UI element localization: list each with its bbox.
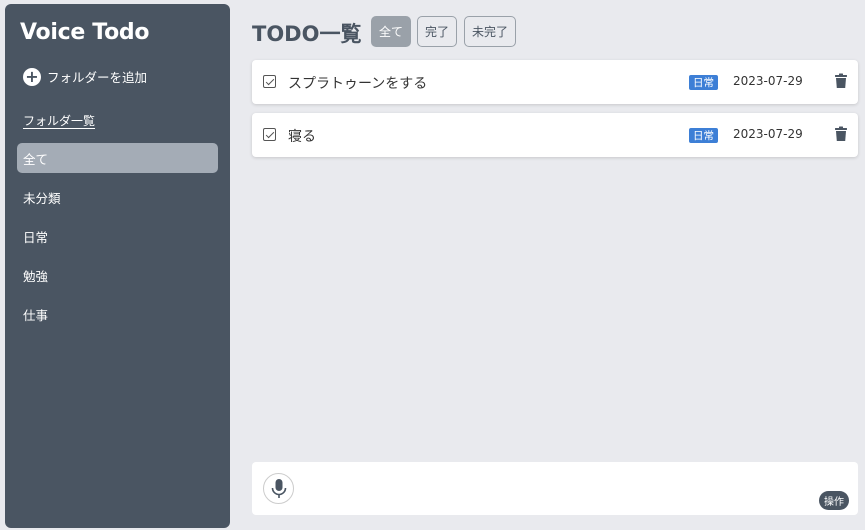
todo-date: 2023-07-29 — [733, 74, 803, 88]
folder-item-study[interactable]: 勉強 — [17, 260, 218, 290]
folder-list-heading: フォルダ一覧 — [23, 114, 96, 128]
voice-input-bar: 操作 — [252, 462, 858, 515]
todo-checkbox[interactable] — [263, 75, 276, 88]
page-title: TODO一覧 — [252, 22, 362, 46]
sidebar: Voice Todo + フォルダーを追加 フォルダ一覧 全て 未分類 日常 勉… — [5, 4, 230, 528]
folder-item-work[interactable]: 仕事 — [17, 299, 218, 329]
plus-circle-icon: + — [23, 67, 41, 86]
microphone-button[interactable] — [263, 473, 294, 504]
todo-folder-tag: 日常 — [689, 128, 718, 143]
todo-folder-tag: 日常 — [689, 75, 718, 90]
todo-item: 寝る 日常 2023-07-29 — [252, 113, 858, 157]
folder-item-uncategorized[interactable]: 未分類 — [17, 182, 218, 212]
todo-item: スプラトゥーンをする 日常 2023-07-29 — [252, 60, 858, 104]
operations-button[interactable]: 操作 — [819, 491, 849, 510]
folder-item-daily[interactable]: 日常 — [17, 221, 218, 251]
trash-icon[interactable] — [834, 126, 848, 142]
filter-done-button[interactable]: 完了 — [417, 16, 458, 47]
filter-undone-button[interactable]: 未完了 — [464, 16, 517, 47]
todo-text: スプラトゥーンをする — [288, 76, 428, 92]
add-folder-button[interactable]: + フォルダーを追加 — [23, 67, 147, 86]
todo-date: 2023-07-29 — [733, 127, 803, 141]
todo-checkbox[interactable] — [263, 128, 276, 141]
trash-icon[interactable] — [834, 73, 848, 89]
filter-all-button[interactable]: 全て — [371, 16, 412, 47]
add-folder-label: フォルダーを追加 — [47, 70, 148, 85]
app-title: Voice Todo — [20, 20, 150, 45]
todo-text: 寝る — [288, 129, 316, 145]
microphone-icon — [271, 478, 286, 498]
folder-item-all[interactable]: 全て — [17, 143, 218, 173]
